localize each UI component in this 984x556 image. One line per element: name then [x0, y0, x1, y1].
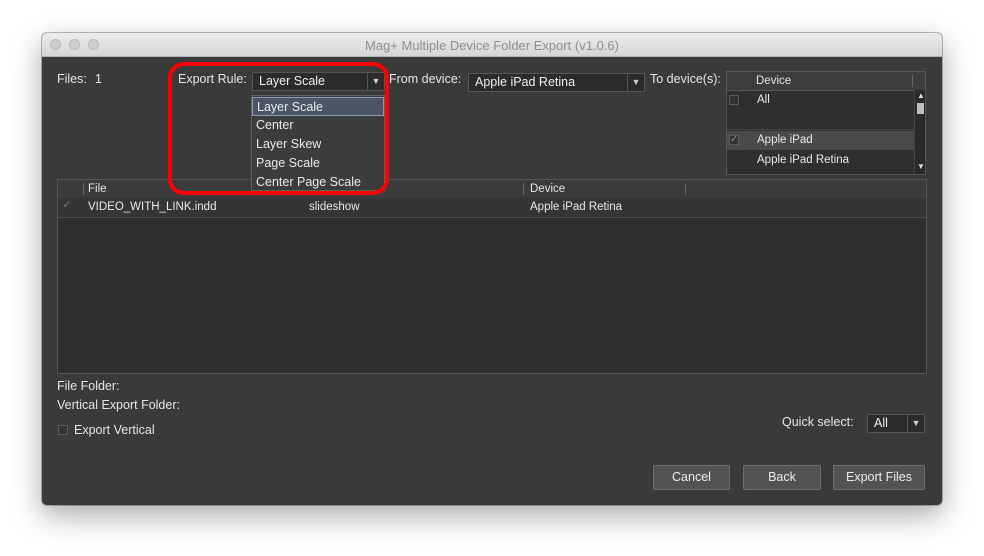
file-folder-label: File Folder: — [57, 379, 120, 393]
files-table[interactable]: File Device ✓ VIDEO_WITH_LINK.indd slide… — [57, 179, 927, 374]
export-vertical-label: Export Vertical — [74, 423, 155, 437]
column-separator — [523, 183, 524, 195]
device-row-apple-ipad-retina[interactable]: Apple iPad Retina — [727, 151, 914, 170]
export-vertical-checkbox[interactable] — [58, 425, 68, 435]
scroll-down-icon[interactable]: ▼ — [917, 162, 925, 171]
chevron-down-icon: ▼ — [907, 415, 924, 432]
to-devices-list[interactable]: Device All ✓ Apple iPad Apple iPad Retin… — [726, 71, 926, 175]
device-row-all[interactable]: All — [727, 91, 914, 110]
column-file[interactable]: File — [88, 183, 107, 195]
to-devices-label: To device(s): — [650, 72, 721, 86]
vertical-export-folder-label: Vertical Export Folder: — [57, 398, 180, 412]
scroll-up-icon[interactable]: ▲ — [917, 91, 925, 100]
from-device-selected: Apple iPad Retina — [475, 75, 576, 89]
column-separator — [685, 183, 686, 195]
device-row-empty[interactable] — [727, 110, 914, 130]
row-checkbox[interactable]: ✓ — [62, 200, 72, 211]
device-row-apple-ipad[interactable]: ✓ Apple iPad — [727, 131, 914, 150]
from-device-select[interactable]: Apple iPad Retina ▼ — [468, 73, 645, 92]
device-row-label: All — [757, 94, 770, 106]
cell-device: Apple iPad Retina — [530, 201, 623, 213]
from-device-label: From device: — [389, 72, 462, 86]
annotation-highlight — [168, 62, 389, 195]
device-list-scrollbar[interactable]: ▲ ▼ — [914, 90, 925, 174]
device-column-title: Device — [756, 75, 792, 87]
device-column-header[interactable]: Device — [727, 72, 925, 91]
files-count: 1 — [95, 72, 102, 86]
column-separator — [912, 75, 913, 87]
cell-folder: slideshow — [309, 201, 360, 213]
chevron-down-icon: ▼ — [627, 74, 644, 91]
column-separator — [83, 183, 84, 195]
title-bar: Mag+ Multiple Device Folder Export (v1.0… — [42, 33, 942, 57]
scroll-thumb[interactable] — [917, 103, 924, 114]
checkbox-all[interactable] — [729, 95, 739, 105]
export-dialog-window: Mag+ Multiple Device Folder Export (v1.0… — [42, 33, 942, 505]
cancel-button[interactable]: Cancel — [653, 465, 730, 490]
quick-select-selected: All — [874, 416, 888, 430]
export-files-button[interactable]: Export Files — [833, 465, 925, 490]
quick-select-label: Quick select: — [782, 415, 854, 429]
quick-select-select[interactable]: All ▼ — [867, 414, 925, 433]
checkbox-apple-ipad[interactable]: ✓ — [729, 135, 739, 145]
device-row-label: Apple iPad Retina — [757, 154, 850, 166]
cell-file: VIDEO_WITH_LINK.indd — [88, 201, 217, 213]
window-title: Mag+ Multiple Device Folder Export (v1.0… — [365, 38, 619, 53]
column-device[interactable]: Device — [530, 183, 565, 195]
files-label: Files: — [57, 72, 87, 86]
table-row[interactable]: ✓ VIDEO_WITH_LINK.indd slideshow Apple i… — [58, 198, 926, 218]
device-row-label: Apple iPad — [757, 134, 813, 146]
back-button[interactable]: Back — [743, 465, 821, 490]
